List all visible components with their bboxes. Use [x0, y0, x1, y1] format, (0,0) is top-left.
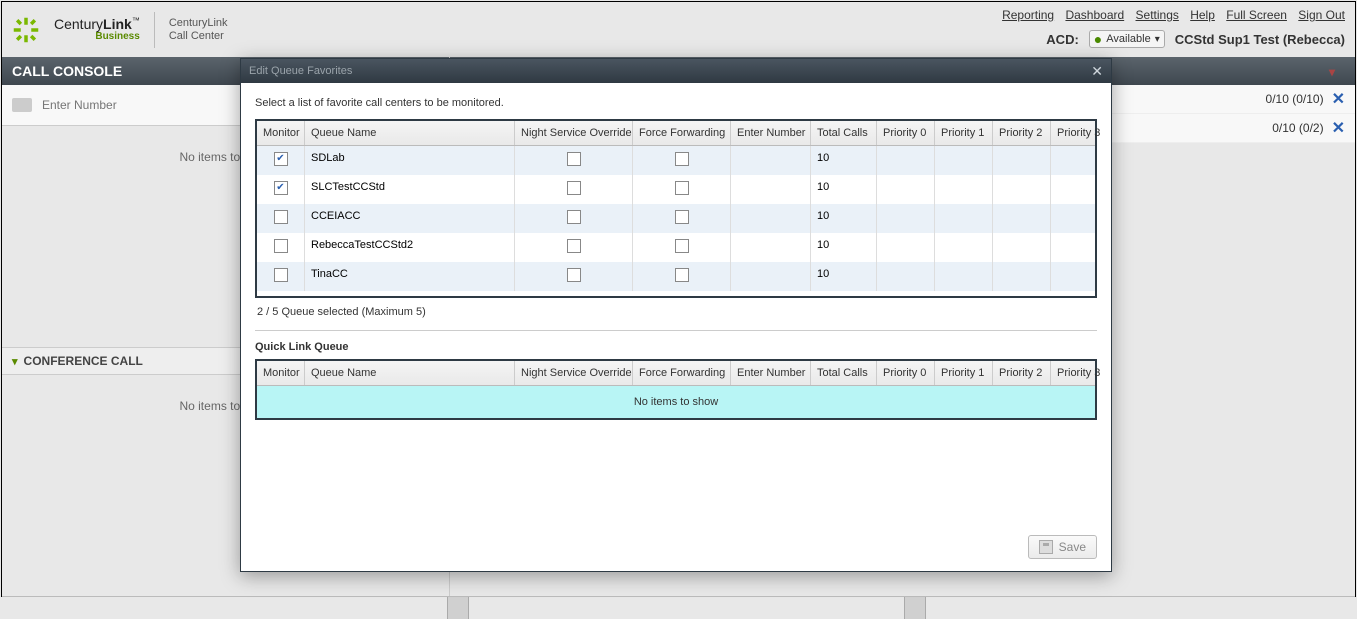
col-monitor: Monitor — [257, 121, 305, 145]
cell-p0 — [877, 204, 935, 233]
quick-link-grid: Monitor Queue Name Night Service Overrid… — [255, 359, 1097, 420]
cell-total-calls: 10 — [811, 233, 877, 262]
nso-checkbox[interactable] — [567, 239, 581, 253]
modal-instruction: Select a list of favorite call centers t… — [255, 97, 1097, 109]
ff-checkbox[interactable] — [675, 268, 689, 282]
monitor-checkbox[interactable]: ✔ — [274, 152, 288, 166]
cell-enter-number — [731, 146, 811, 175]
col-ff: Force Forwarding — [633, 121, 731, 145]
app-frame: CenturyLink™ Business CenturyLink Call C… — [1, 1, 1356, 597]
grid-header-row: Monitor Queue Name Night Service Overrid… — [257, 121, 1095, 146]
close-icon[interactable]: ✕ — [1091, 64, 1103, 78]
monitor-checkbox[interactable] — [274, 268, 288, 282]
ff-checkbox[interactable] — [675, 239, 689, 253]
cell-enter-number — [731, 233, 811, 262]
col-nso: Night Service Override — [515, 121, 633, 145]
table-row: ✔ SLCTestCCStd 10 — [257, 175, 1095, 204]
col-priority-0: Priority 0 — [877, 121, 935, 145]
favorites-grid: Monitor Queue Name Night Service Overrid… — [255, 119, 1097, 298]
nso-checkbox[interactable] — [567, 152, 581, 166]
cell-enter-number — [731, 204, 811, 233]
cell-p0 — [877, 262, 935, 291]
monitor-checkbox[interactable] — [274, 210, 288, 224]
resize-grip[interactable] — [447, 597, 469, 619]
cell-p0 — [877, 233, 935, 262]
cell-queue-name: SLCTestCCStd — [305, 175, 515, 204]
col-nso: Night Service Override — [515, 361, 633, 385]
col-priority-2: Priority 2 — [993, 121, 1051, 145]
selection-count: 2 / 5 Queue selected (Maximum 5) — [255, 298, 1097, 326]
ff-checkbox[interactable] — [675, 152, 689, 166]
cell-p2 — [993, 262, 1051, 291]
table-row: TinaCC 10 — [257, 262, 1095, 291]
modal-titlebar: Edit Queue Favorites ✕ — [241, 59, 1111, 83]
cell-p3 — [1051, 233, 1109, 262]
cell-p2 — [993, 146, 1051, 175]
cell-p2 — [993, 204, 1051, 233]
cell-p3 — [1051, 175, 1109, 204]
cell-total-calls: 10 — [811, 146, 877, 175]
cell-queue-name: CCEIACC — [305, 204, 515, 233]
col-enter-number: Enter Number — [731, 361, 811, 385]
col-priority-3: Priority 3 — [1051, 121, 1109, 145]
modal-footer: Save — [241, 527, 1111, 571]
modal-mask: Edit Queue Favorites ✕ Select a list of … — [2, 2, 1355, 596]
col-total-calls: Total Calls — [811, 361, 877, 385]
bottom-resize-bar — [2, 596, 1355, 618]
col-priority-0: Priority 0 — [877, 361, 935, 385]
col-priority-2: Priority 2 — [993, 361, 1051, 385]
modal-title-text: Edit Queue Favorites — [249, 65, 352, 77]
cell-p3 — [1051, 262, 1109, 291]
col-priority-1: Priority 1 — [935, 121, 993, 145]
grid-header-row: Monitor Queue Name Night Service Overrid… — [257, 361, 1095, 386]
monitor-checkbox[interactable] — [274, 239, 288, 253]
quick-link-empty: No items to show — [257, 386, 1095, 418]
table-row: RebeccaTestCCStd2 10 — [257, 233, 1095, 262]
col-priority-3: Priority 3 — [1051, 361, 1109, 385]
cell-p1 — [935, 146, 993, 175]
table-row: CCEIACC 10 — [257, 204, 1095, 233]
save-button[interactable]: Save — [1028, 535, 1097, 559]
cell-p1 — [935, 175, 993, 204]
ff-checkbox[interactable] — [675, 210, 689, 224]
cell-p1 — [935, 204, 993, 233]
cell-total-calls: 10 — [811, 204, 877, 233]
monitor-checkbox[interactable]: ✔ — [274, 181, 288, 195]
nso-checkbox[interactable] — [567, 268, 581, 282]
cell-total-calls: 10 — [811, 262, 877, 291]
save-icon — [1039, 540, 1053, 554]
edit-queue-favorites-modal: Edit Queue Favorites ✕ Select a list of … — [240, 58, 1112, 572]
cell-enter-number — [731, 262, 811, 291]
cell-p2 — [993, 175, 1051, 204]
save-label: Save — [1059, 540, 1086, 554]
cell-queue-name: RebeccaTestCCStd2 — [305, 233, 515, 262]
quick-link-queue-title: Quick Link Queue — [255, 341, 1097, 353]
cell-queue-name: TinaCC — [305, 262, 515, 291]
cell-p1 — [935, 233, 993, 262]
cell-enter-number — [731, 175, 811, 204]
modal-body: Select a list of favorite call centers t… — [241, 83, 1111, 527]
col-monitor: Monitor — [257, 361, 305, 385]
cell-p0 — [877, 175, 935, 204]
nso-checkbox[interactable] — [567, 210, 581, 224]
cell-p1 — [935, 262, 993, 291]
nso-checkbox[interactable] — [567, 181, 581, 195]
ff-checkbox[interactable] — [675, 181, 689, 195]
col-enter-number: Enter Number — [731, 121, 811, 145]
table-row: ✔ SDLab 10 — [257, 146, 1095, 175]
col-queue-name[interactable]: Queue Name — [305, 361, 515, 385]
col-total-calls: Total Calls — [811, 121, 877, 145]
cell-p2 — [993, 233, 1051, 262]
col-queue-name[interactable]: Queue Name — [305, 121, 515, 145]
col-ff: Force Forwarding — [633, 361, 731, 385]
cell-total-calls: 10 — [811, 175, 877, 204]
cell-p0 — [877, 146, 935, 175]
cell-p3 — [1051, 204, 1109, 233]
divider — [255, 330, 1097, 331]
cell-queue-name: SDLab — [305, 146, 515, 175]
grid-body: ✔SDLab10✔SLCTestCCStd10CCEIACC10RebeccaT… — [257, 146, 1095, 296]
resize-grip[interactable] — [904, 597, 926, 619]
cell-p3 — [1051, 146, 1109, 175]
col-priority-1: Priority 1 — [935, 361, 993, 385]
